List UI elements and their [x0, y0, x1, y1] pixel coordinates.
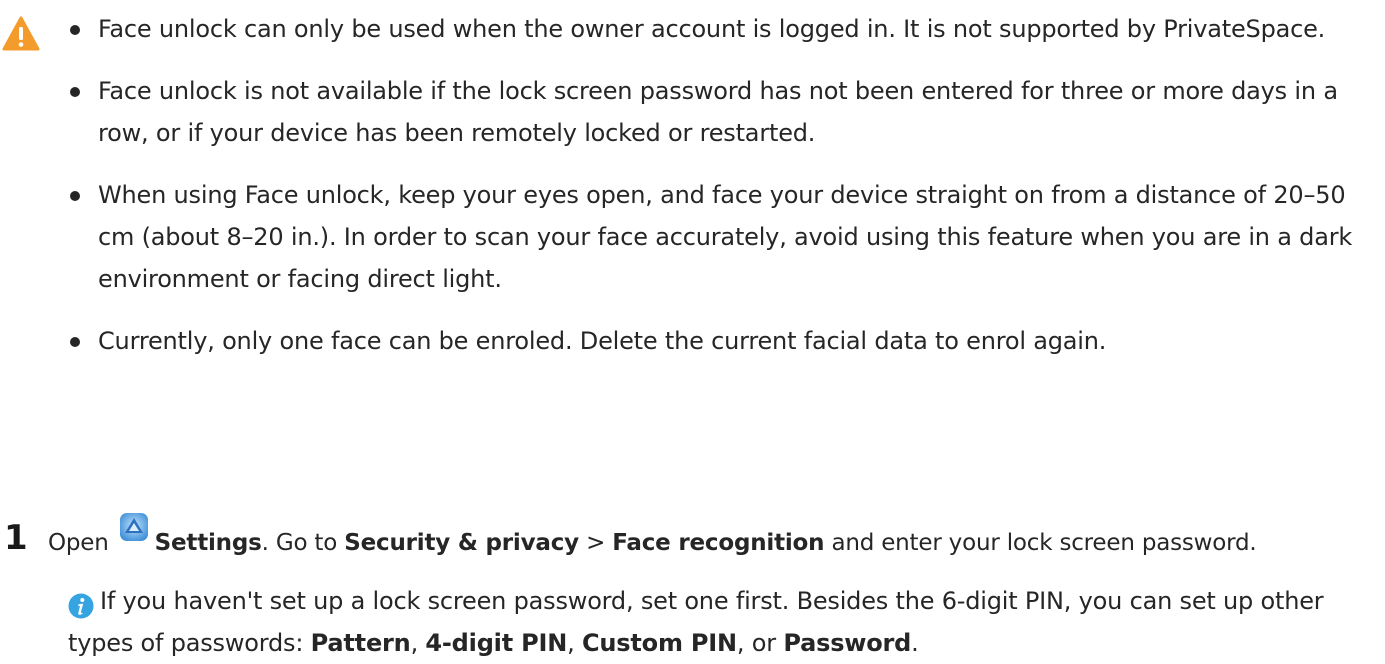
- open-label: Open: [48, 530, 109, 556]
- settings-label: Settings: [154, 530, 262, 556]
- bullet-dot: [70, 87, 80, 97]
- info-icon: [68, 593, 94, 619]
- settings-app-icon: [119, 513, 148, 541]
- pattern-label: Pattern: [310, 629, 411, 657]
- warning-bullet-list: Face unlock can only be used when the ow…: [66, 8, 1376, 382]
- list-item: When using Face unlock, keep your eyes o…: [66, 174, 1376, 300]
- bullet-text: When using Face unlock, keep your eyes o…: [98, 181, 1353, 293]
- list-item: Currently, only one face can be enroled.…: [66, 320, 1376, 362]
- face-recognition-label: Face recognition: [612, 530, 825, 556]
- bullet-text: Face unlock is not available if the lock…: [98, 77, 1338, 147]
- period: .: [911, 629, 919, 657]
- or-text: , or: [736, 629, 784, 657]
- bullet-text: Currently, only one face can be enroled.…: [98, 327, 1107, 355]
- step-rest-text: and enter your lock screen password.: [824, 530, 1257, 556]
- step-number: 1: [4, 518, 28, 558]
- security-privacy-label: Security & privacy: [344, 530, 579, 556]
- bullet-text: Face unlock can only be used when the ow…: [98, 15, 1326, 43]
- step-1: 1 Open Settings. Go to Security & privac…: [2, 513, 1377, 559]
- info-note: If you haven't set up a lock screen pass…: [68, 587, 1378, 664]
- bullet-dot: [70, 337, 80, 347]
- comma: ,: [410, 629, 426, 657]
- list-item: Face unlock can only be used when the ow…: [66, 8, 1376, 50]
- bullet-dot: [70, 191, 80, 201]
- warning-icon: [2, 16, 40, 51]
- four-digit-pin-label: 4-digit PIN: [425, 629, 568, 657]
- go-to-text: . Go to: [261, 530, 345, 556]
- path-separator: >: [578, 530, 613, 556]
- custom-pin-label: Custom PIN: [582, 629, 737, 657]
- list-item: Face unlock is not available if the lock…: [66, 70, 1376, 154]
- step-text: Open Settings. Go to Security & privacy …: [48, 513, 1377, 559]
- note-text: If you haven't set up a lock screen pass…: [68, 580, 1378, 664]
- bullet-dot: [70, 25, 80, 35]
- password-label: Password: [783, 629, 912, 657]
- comma: ,: [567, 629, 582, 657]
